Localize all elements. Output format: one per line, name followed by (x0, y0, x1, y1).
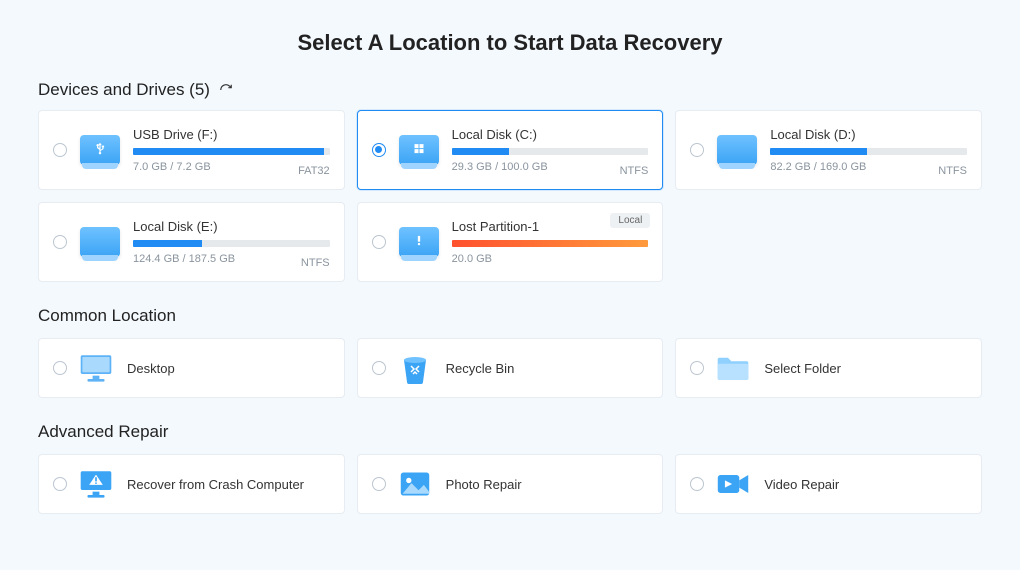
drive-name: Local Disk (D:) (770, 127, 967, 142)
drive-icon (79, 221, 121, 263)
drive-card[interactable]: USB Drive (F:)7.0 GB / 7.2 GBFAT32 (38, 110, 345, 190)
advanced-header-text: Advanced Repair (38, 422, 168, 442)
radio-icon[interactable] (690, 143, 704, 157)
radio-icon[interactable] (690, 477, 704, 491)
devices-section-header: Devices and Drives (5) (38, 80, 982, 100)
location-label: Recycle Bin (446, 361, 515, 376)
usage-bar (452, 240, 649, 247)
desktop-icon (79, 351, 113, 385)
usage-bar (133, 148, 330, 155)
advanced-card[interactable]: Photo Repair (357, 454, 664, 514)
devices-header-text: Devices and Drives (5) (38, 80, 210, 100)
usage-bar (452, 148, 649, 155)
video-icon (716, 467, 750, 501)
crash-icon (79, 467, 113, 501)
radio-icon[interactable] (53, 477, 67, 491)
photo-icon (398, 467, 432, 501)
drive-card[interactable]: Local Disk (C:)29.3 GB / 100.0 GBNTFS (357, 110, 664, 190)
usage-bar (770, 148, 967, 155)
advanced-label: Recover from Crash Computer (127, 477, 304, 492)
location-card[interactable]: Desktop (38, 338, 345, 398)
refresh-icon[interactable] (218, 82, 234, 98)
radio-icon[interactable] (372, 477, 386, 491)
drive-icon (716, 129, 758, 171)
radio-icon[interactable] (53, 361, 67, 375)
drive-name: Local Disk (E:) (133, 219, 330, 234)
radio-icon[interactable] (53, 235, 67, 249)
drive-card[interactable]: Local Disk (E:)124.4 GB / 187.5 GBNTFS (38, 202, 345, 282)
drive-icon (398, 129, 440, 171)
page-title: Select A Location to Start Data Recovery (38, 30, 982, 56)
advanced-label: Video Repair (764, 477, 839, 492)
advanced-section-header: Advanced Repair (38, 422, 982, 442)
radio-icon[interactable] (372, 235, 386, 249)
advanced-card[interactable]: Recover from Crash Computer (38, 454, 345, 514)
drive-size: 20.0 GB (452, 253, 649, 265)
filesystem-label: FAT32 (298, 165, 330, 177)
common-header-text: Common Location (38, 306, 176, 326)
radio-icon[interactable] (53, 143, 67, 157)
tag-badge: Local (610, 213, 650, 228)
advanced-label: Photo Repair (446, 477, 522, 492)
location-label: Select Folder (764, 361, 841, 376)
filesystem-label: NTFS (301, 257, 330, 269)
folder-icon (716, 351, 750, 385)
drive-icon (398, 221, 440, 263)
location-label: Desktop (127, 361, 175, 376)
drive-icon (79, 129, 121, 171)
drive-name: Local Disk (C:) (452, 127, 649, 142)
common-section-header: Common Location (38, 306, 982, 326)
radio-icon[interactable] (690, 361, 704, 375)
location-card[interactable]: Select Folder (675, 338, 982, 398)
usage-bar (133, 240, 330, 247)
advanced-card[interactable]: Video Repair (675, 454, 982, 514)
drive-card[interactable]: Local Disk (D:)82.2 GB / 169.0 GBNTFS (675, 110, 982, 190)
radio-icon[interactable] (372, 361, 386, 375)
filesystem-label: NTFS (620, 165, 649, 177)
filesystem-label: NTFS (938, 165, 967, 177)
radio-icon[interactable] (372, 143, 386, 157)
location-card[interactable]: Recycle Bin (357, 338, 664, 398)
recycle-icon (398, 351, 432, 385)
drive-card[interactable]: Lost Partition-120.0 GBLocal (357, 202, 664, 282)
drive-name: USB Drive (F:) (133, 127, 330, 142)
